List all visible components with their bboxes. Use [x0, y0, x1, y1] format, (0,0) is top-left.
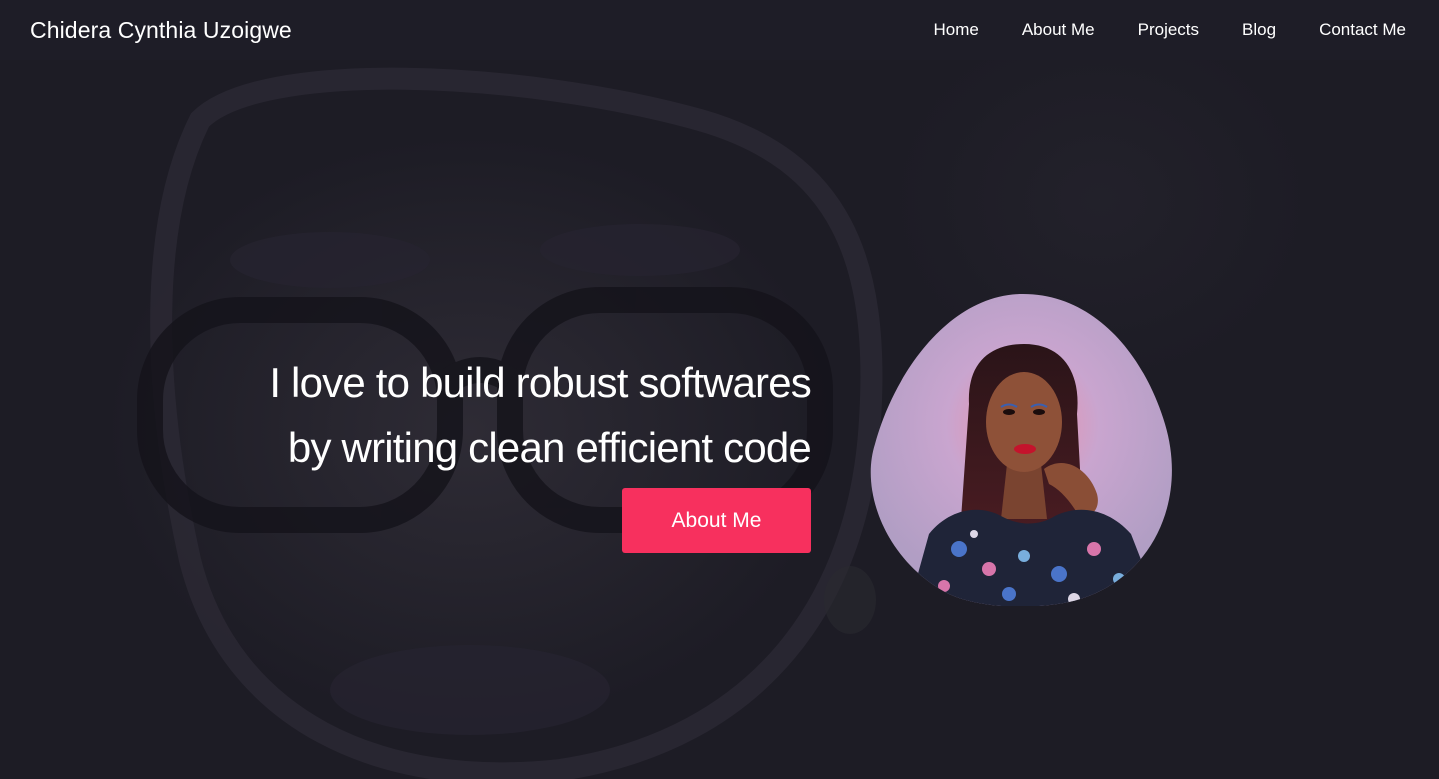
hero-section: I love to build robust softwares by writ… [0, 0, 1439, 779]
nav-link-about-me[interactable]: About Me [1022, 20, 1095, 40]
hero-headline-line-1: I love to build robust softwares [269, 359, 811, 406]
about-me-button[interactable]: About Me [622, 488, 811, 553]
top-navbar: Chidera Cynthia Uzoigwe Home About Me Pr… [0, 0, 1439, 60]
hero-headline: I love to build robust softwares by writ… [211, 350, 811, 480]
nav-links: Home About Me Projects Blog Contact Me [890, 20, 1406, 40]
nav-link-home[interactable]: Home [933, 20, 978, 40]
site-brand-link[interactable]: Chidera Cynthia Uzoigwe [30, 17, 292, 44]
nav-link-projects[interactable]: Projects [1138, 20, 1199, 40]
nav-link-blog[interactable]: Blog [1242, 20, 1276, 40]
profile-photo-illustration [870, 294, 1172, 606]
nav-link-contact-me[interactable]: Contact Me [1319, 20, 1406, 40]
page: Chidera Cynthia Uzoigwe Home About Me Pr… [0, 0, 1439, 779]
profile-photo [869, 294, 1177, 606]
hero-headline-line-2: by writing clean efficient code [287, 424, 812, 471]
